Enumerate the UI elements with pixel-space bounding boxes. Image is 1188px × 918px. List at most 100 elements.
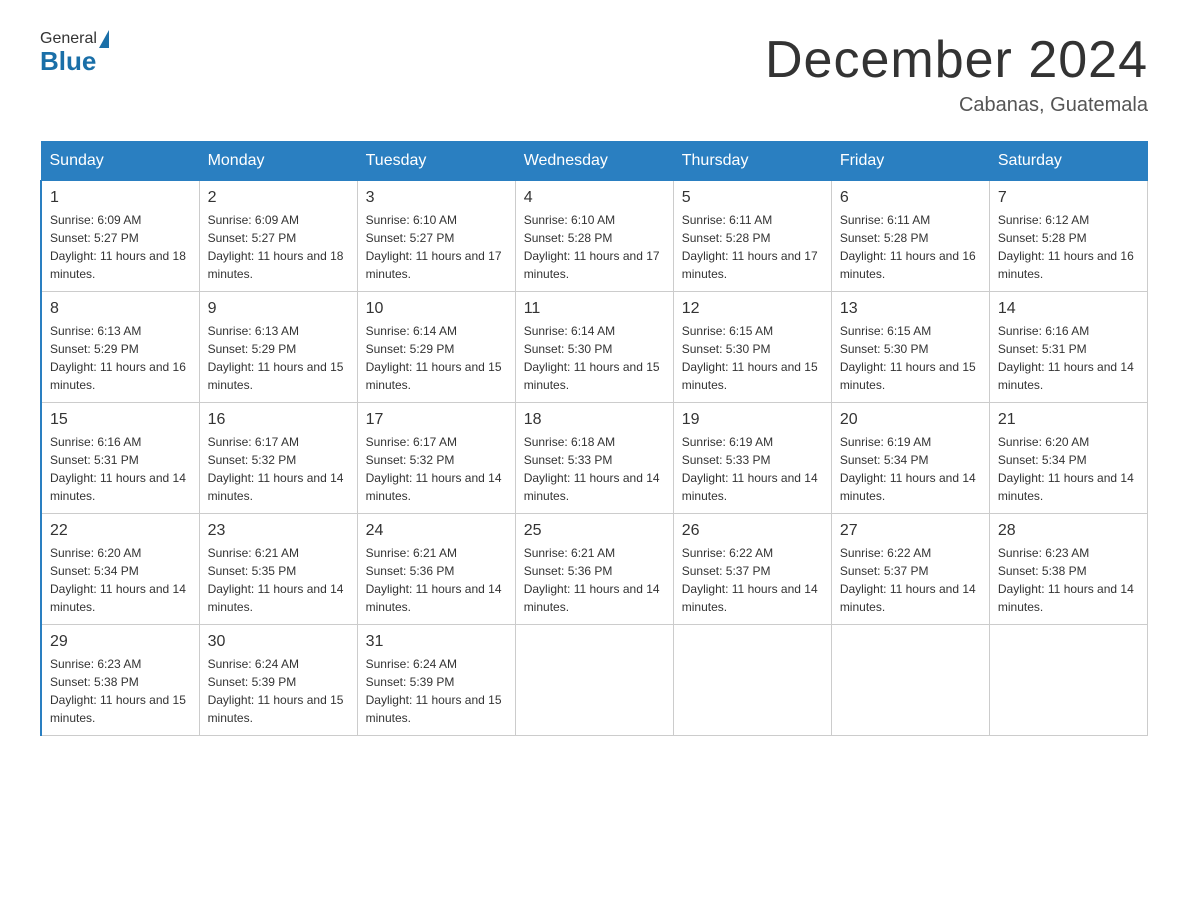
calendar-cell: 21 Sunrise: 6:20 AMSunset: 5:34 PMDaylig… bbox=[989, 403, 1147, 514]
column-header-monday: Monday bbox=[199, 142, 357, 181]
day-number: 3 bbox=[366, 189, 507, 207]
calendar-cell: 2 Sunrise: 6:09 AMSunset: 5:27 PMDayligh… bbox=[199, 181, 357, 292]
calendar-cell: 29 Sunrise: 6:23 AMSunset: 5:38 PMDaylig… bbox=[41, 625, 199, 736]
column-header-thursday: Thursday bbox=[673, 142, 831, 181]
day-number: 11 bbox=[524, 300, 665, 318]
week-row-5: 29 Sunrise: 6:23 AMSunset: 5:38 PMDaylig… bbox=[41, 625, 1148, 736]
calendar-cell: 18 Sunrise: 6:18 AMSunset: 5:33 PMDaylig… bbox=[515, 403, 673, 514]
day-info: Sunrise: 6:24 AMSunset: 5:39 PMDaylight:… bbox=[366, 655, 507, 727]
day-info: Sunrise: 6:21 AMSunset: 5:35 PMDaylight:… bbox=[208, 544, 349, 616]
day-info: Sunrise: 6:14 AMSunset: 5:29 PMDaylight:… bbox=[366, 322, 507, 394]
day-info: Sunrise: 6:23 AMSunset: 5:38 PMDaylight:… bbox=[998, 544, 1139, 616]
calendar-cell: 13 Sunrise: 6:15 AMSunset: 5:30 PMDaylig… bbox=[831, 292, 989, 403]
column-header-sunday: Sunday bbox=[41, 142, 199, 181]
day-number: 15 bbox=[50, 411, 191, 429]
day-number: 28 bbox=[998, 522, 1139, 540]
day-info: Sunrise: 6:20 AMSunset: 5:34 PMDaylight:… bbox=[998, 433, 1139, 505]
day-number: 10 bbox=[366, 300, 507, 318]
day-number: 31 bbox=[366, 633, 507, 651]
logo-triangle-icon bbox=[99, 30, 109, 48]
calendar-cell bbox=[831, 625, 989, 736]
day-number: 6 bbox=[840, 189, 981, 207]
week-row-1: 1 Sunrise: 6:09 AMSunset: 5:27 PMDayligh… bbox=[41, 181, 1148, 292]
calendar-cell: 8 Sunrise: 6:13 AMSunset: 5:29 PMDayligh… bbox=[41, 292, 199, 403]
day-info: Sunrise: 6:19 AMSunset: 5:34 PMDaylight:… bbox=[840, 433, 981, 505]
day-info: Sunrise: 6:23 AMSunset: 5:38 PMDaylight:… bbox=[50, 655, 191, 727]
day-number: 14 bbox=[998, 300, 1139, 318]
calendar-cell: 7 Sunrise: 6:12 AMSunset: 5:28 PMDayligh… bbox=[989, 181, 1147, 292]
day-info: Sunrise: 6:13 AMSunset: 5:29 PMDaylight:… bbox=[208, 322, 349, 394]
day-number: 17 bbox=[366, 411, 507, 429]
calendar-cell: 9 Sunrise: 6:13 AMSunset: 5:29 PMDayligh… bbox=[199, 292, 357, 403]
day-info: Sunrise: 6:17 AMSunset: 5:32 PMDaylight:… bbox=[208, 433, 349, 505]
calendar-cell: 15 Sunrise: 6:16 AMSunset: 5:31 PMDaylig… bbox=[41, 403, 199, 514]
day-number: 22 bbox=[50, 522, 191, 540]
day-number: 30 bbox=[208, 633, 349, 651]
calendar-cell: 10 Sunrise: 6:14 AMSunset: 5:29 PMDaylig… bbox=[357, 292, 515, 403]
day-info: Sunrise: 6:09 AMSunset: 5:27 PMDaylight:… bbox=[50, 211, 191, 283]
day-number: 13 bbox=[840, 300, 981, 318]
week-row-2: 8 Sunrise: 6:13 AMSunset: 5:29 PMDayligh… bbox=[41, 292, 1148, 403]
day-info: Sunrise: 6:24 AMSunset: 5:39 PMDaylight:… bbox=[208, 655, 349, 727]
day-info: Sunrise: 6:18 AMSunset: 5:33 PMDaylight:… bbox=[524, 433, 665, 505]
day-info: Sunrise: 6:12 AMSunset: 5:28 PMDaylight:… bbox=[998, 211, 1139, 283]
calendar-cell: 16 Sunrise: 6:17 AMSunset: 5:32 PMDaylig… bbox=[199, 403, 357, 514]
day-number: 9 bbox=[208, 300, 349, 318]
day-info: Sunrise: 6:21 AMSunset: 5:36 PMDaylight:… bbox=[524, 544, 665, 616]
header-row: SundayMondayTuesdayWednesdayThursdayFrid… bbox=[41, 142, 1148, 181]
calendar-cell: 20 Sunrise: 6:19 AMSunset: 5:34 PMDaylig… bbox=[831, 403, 989, 514]
month-title: December 2024 bbox=[765, 30, 1148, 90]
day-info: Sunrise: 6:14 AMSunset: 5:30 PMDaylight:… bbox=[524, 322, 665, 394]
day-number: 8 bbox=[50, 300, 191, 318]
column-header-wednesday: Wednesday bbox=[515, 142, 673, 181]
day-info: Sunrise: 6:10 AMSunset: 5:27 PMDaylight:… bbox=[366, 211, 507, 283]
calendar-cell: 5 Sunrise: 6:11 AMSunset: 5:28 PMDayligh… bbox=[673, 181, 831, 292]
calendar-cell: 14 Sunrise: 6:16 AMSunset: 5:31 PMDaylig… bbox=[989, 292, 1147, 403]
day-number: 18 bbox=[524, 411, 665, 429]
page-header: General Blue December 2024 Cabanas, Guat… bbox=[40, 30, 1148, 117]
calendar-cell bbox=[989, 625, 1147, 736]
calendar-cell: 24 Sunrise: 6:21 AMSunset: 5:36 PMDaylig… bbox=[357, 514, 515, 625]
logo-blue-text: Blue bbox=[40, 46, 96, 77]
week-row-4: 22 Sunrise: 6:20 AMSunset: 5:34 PMDaylig… bbox=[41, 514, 1148, 625]
column-header-saturday: Saturday bbox=[989, 142, 1147, 181]
calendar-cell: 12 Sunrise: 6:15 AMSunset: 5:30 PMDaylig… bbox=[673, 292, 831, 403]
logo: General Blue bbox=[40, 30, 111, 77]
day-info: Sunrise: 6:22 AMSunset: 5:37 PMDaylight:… bbox=[840, 544, 981, 616]
column-header-friday: Friday bbox=[831, 142, 989, 181]
calendar-cell: 19 Sunrise: 6:19 AMSunset: 5:33 PMDaylig… bbox=[673, 403, 831, 514]
day-number: 19 bbox=[682, 411, 823, 429]
calendar-cell: 23 Sunrise: 6:21 AMSunset: 5:35 PMDaylig… bbox=[199, 514, 357, 625]
day-info: Sunrise: 6:16 AMSunset: 5:31 PMDaylight:… bbox=[50, 433, 191, 505]
column-header-tuesday: Tuesday bbox=[357, 142, 515, 181]
day-number: 26 bbox=[682, 522, 823, 540]
day-info: Sunrise: 6:10 AMSunset: 5:28 PMDaylight:… bbox=[524, 211, 665, 283]
day-info: Sunrise: 6:19 AMSunset: 5:33 PMDaylight:… bbox=[682, 433, 823, 505]
calendar-cell: 28 Sunrise: 6:23 AMSunset: 5:38 PMDaylig… bbox=[989, 514, 1147, 625]
day-number: 5 bbox=[682, 189, 823, 207]
calendar-cell: 3 Sunrise: 6:10 AMSunset: 5:27 PMDayligh… bbox=[357, 181, 515, 292]
day-number: 12 bbox=[682, 300, 823, 318]
calendar-cell: 30 Sunrise: 6:24 AMSunset: 5:39 PMDaylig… bbox=[199, 625, 357, 736]
day-number: 21 bbox=[998, 411, 1139, 429]
day-number: 2 bbox=[208, 189, 349, 207]
title-section: December 2024 Cabanas, Guatemala bbox=[765, 30, 1148, 117]
calendar-cell: 17 Sunrise: 6:17 AMSunset: 5:32 PMDaylig… bbox=[357, 403, 515, 514]
day-info: Sunrise: 6:16 AMSunset: 5:31 PMDaylight:… bbox=[998, 322, 1139, 394]
day-info: Sunrise: 6:22 AMSunset: 5:37 PMDaylight:… bbox=[682, 544, 823, 616]
calendar-cell bbox=[673, 625, 831, 736]
day-number: 1 bbox=[50, 189, 191, 207]
calendar-cell: 27 Sunrise: 6:22 AMSunset: 5:37 PMDaylig… bbox=[831, 514, 989, 625]
day-number: 23 bbox=[208, 522, 349, 540]
day-number: 29 bbox=[50, 633, 191, 651]
location-label: Cabanas, Guatemala bbox=[765, 94, 1148, 117]
calendar-cell: 11 Sunrise: 6:14 AMSunset: 5:30 PMDaylig… bbox=[515, 292, 673, 403]
calendar-cell: 1 Sunrise: 6:09 AMSunset: 5:27 PMDayligh… bbox=[41, 181, 199, 292]
calendar-cell: 25 Sunrise: 6:21 AMSunset: 5:36 PMDaylig… bbox=[515, 514, 673, 625]
calendar-cell: 26 Sunrise: 6:22 AMSunset: 5:37 PMDaylig… bbox=[673, 514, 831, 625]
day-info: Sunrise: 6:20 AMSunset: 5:34 PMDaylight:… bbox=[50, 544, 191, 616]
day-info: Sunrise: 6:21 AMSunset: 5:36 PMDaylight:… bbox=[366, 544, 507, 616]
calendar-cell: 6 Sunrise: 6:11 AMSunset: 5:28 PMDayligh… bbox=[831, 181, 989, 292]
calendar-cell: 31 Sunrise: 6:24 AMSunset: 5:39 PMDaylig… bbox=[357, 625, 515, 736]
day-number: 20 bbox=[840, 411, 981, 429]
